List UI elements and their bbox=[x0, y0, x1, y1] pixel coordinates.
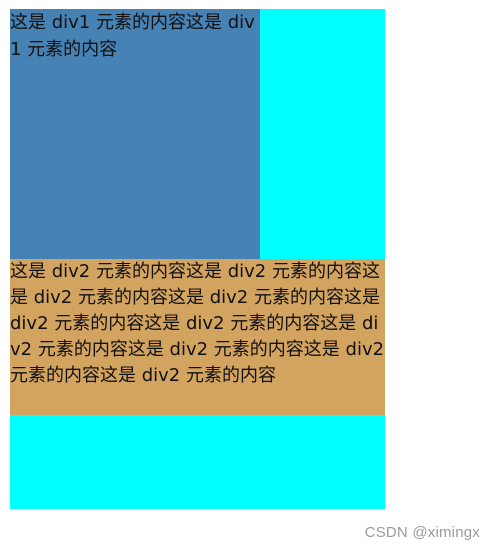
div2-text: 这是 div2 元素的内容这是 div2 元素的内容这是 div2 元素的内容这… bbox=[10, 261, 385, 386]
div2-box: 这是 div2 元素的内容这是 div2 元素的内容这是 div2 元素的内容这… bbox=[10, 259, 385, 415]
container-box: 这是 div1 元素的内容这是 div1 元素的内容 这是 div2 元素的内容… bbox=[10, 9, 385, 509]
div1-text: 这是 div1 元素的内容这是 div1 元素的内容 bbox=[10, 12, 255, 60]
div1-box: 这是 div1 元素的内容这是 div1 元素的内容 bbox=[10, 9, 260, 259]
csdn-watermark: CSDN @ximingx bbox=[364, 524, 480, 541]
